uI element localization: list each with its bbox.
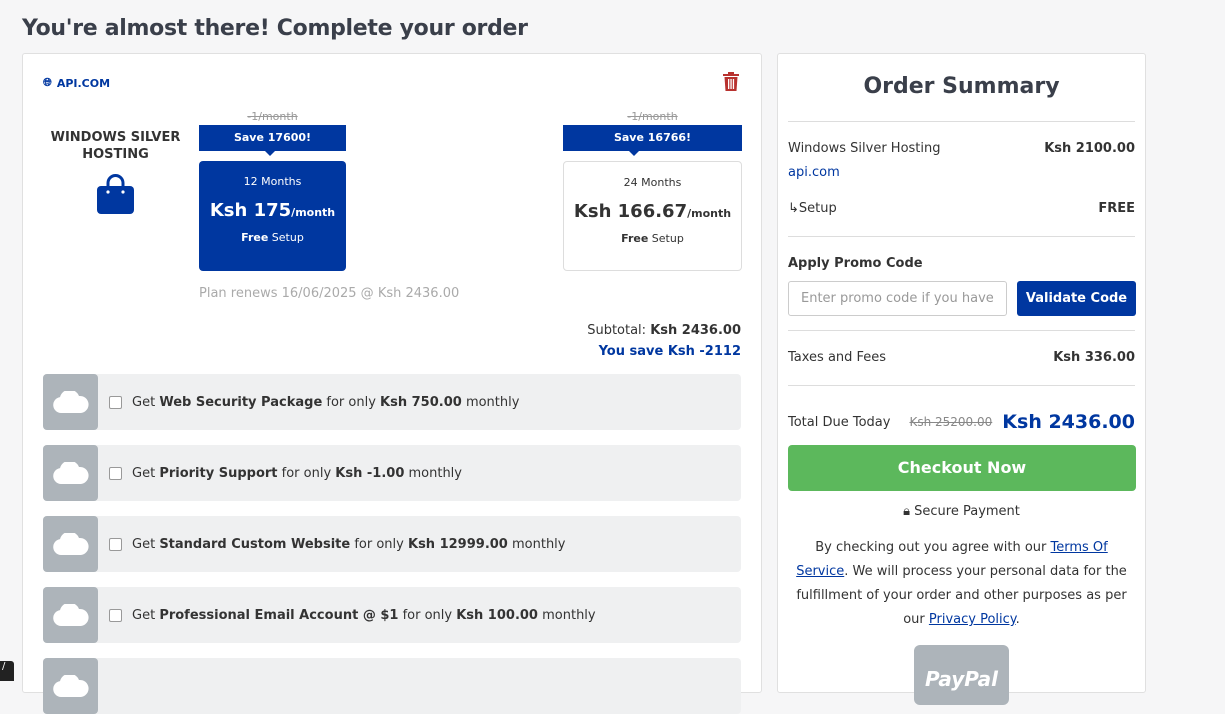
- renewal-note: Plan renews 16/06/2025 @ Ksh 2436.00: [199, 286, 460, 301]
- addon-item[interactable]: Get Priority Support for only Ksh -1.00 …: [43, 445, 741, 501]
- order-summary: Order Summary Windows Silver Hosting Ksh …: [777, 53, 1146, 705]
- checkout-button[interactable]: Checkout Now: [788, 445, 1136, 491]
- price: Ksh 166.67/month: [573, 201, 732, 222]
- product-card: 🌐︎ API.COM WINDOWS SILVER HOSTING -1/mont…: [22, 53, 762, 714]
- addon-item[interactable]: Get Professional Email Account @ $1 for …: [43, 587, 741, 643]
- tooltip: /: [0, 661, 14, 681]
- old-price: -1/month: [627, 110, 678, 123]
- order-summary-title: Order Summary: [863, 74, 1060, 99]
- addon-item[interactable]: Get Standard Custom Website for only Ksh…: [43, 516, 741, 572]
- total-row: Total Due Today Ksh 25200.00 Ksh 2436.00: [788, 411, 1135, 433]
- taxes-row: Taxes and Fees Ksh 336.00: [788, 350, 1135, 365]
- item-domain: api.com: [788, 165, 840, 180]
- addon-checkbox[interactable]: [109, 395, 122, 409]
- summary-setup: ↳Setup FREE: [788, 201, 1135, 216]
- addon-item[interactable]: Get Web Security Package for only Ksh 75…: [43, 374, 741, 430]
- secure-payment: 🔒︎ Secure Payment: [903, 504, 1020, 519]
- summary-item: Windows Silver Hosting Ksh 2100.00: [788, 141, 1135, 156]
- cloud-icon: [43, 516, 98, 572]
- old-total: Ksh 25200.00: [909, 415, 993, 429]
- addon-checkbox[interactable]: [109, 537, 122, 551]
- price: Ksh 175/month: [209, 200, 336, 221]
- old-price: -1/month: [247, 110, 298, 123]
- privacy-link[interactable]: Privacy Policy: [929, 612, 1016, 627]
- page-title: You're almost there! Complete your order: [22, 16, 528, 41]
- addon-checkbox[interactable]: [109, 608, 122, 622]
- cloud-icon: [43, 445, 98, 501]
- promo-code-input[interactable]: Enter promo code if you have: [788, 281, 1007, 316]
- save-badge: Save 17600!: [199, 125, 346, 156]
- subtotal: Subtotal: Ksh 2436.00 You save Ksh -2112: [587, 323, 741, 359]
- setup-note: Free Setup: [241, 231, 304, 244]
- billing-option-12-months[interactable]: -1/month Save 17600! 12 Months Ksh 175/m…: [199, 110, 346, 271]
- addon-label: Get Professional Email Account @ $1 for …: [132, 607, 596, 623]
- total: Ksh 2436.00: [1002, 411, 1135, 433]
- promo-label: Apply Promo Code: [788, 256, 923, 271]
- trash-icon[interactable]: [723, 72, 739, 96]
- cloud-icon: [43, 374, 98, 430]
- addon-label: Get Web Security Package for only Ksh 75…: [132, 394, 520, 410]
- terms-text: By checking out you agree with our Terms…: [796, 540, 1127, 627]
- setup-note: Free Setup: [621, 232, 684, 245]
- addon-label: Get Priority Support for only Ksh -1.00 …: [132, 465, 462, 481]
- billing-option-24-months[interactable]: -1/month Save 16766! 24 Months Ksh 166.6…: [563, 110, 742, 271]
- validate-code-button[interactable]: Validate Code: [1017, 281, 1136, 316]
- paypal-button[interactable]: PayPal: [914, 645, 1009, 705]
- globe-icon: 🌐︎: [43, 76, 52, 89]
- cloud-icon: [43, 587, 98, 643]
- addon-checkbox[interactable]: [109, 466, 122, 480]
- addon-label: Get Standard Custom Website for only Ksh…: [132, 536, 566, 552]
- cloud-icon: [43, 658, 98, 714]
- product-name: WINDOWS SILVER HOSTING: [50, 130, 181, 162]
- save-badge: Save 16766!: [563, 125, 742, 156]
- term: 24 Months: [623, 176, 682, 189]
- domain-label: 🌐︎ API.COM: [43, 76, 111, 90]
- shopping-bag-icon: [97, 174, 134, 214]
- lock-icon: 🔒︎: [903, 504, 911, 519]
- term: 12 Months: [243, 175, 302, 188]
- addon-item[interactable]: [43, 658, 741, 714]
